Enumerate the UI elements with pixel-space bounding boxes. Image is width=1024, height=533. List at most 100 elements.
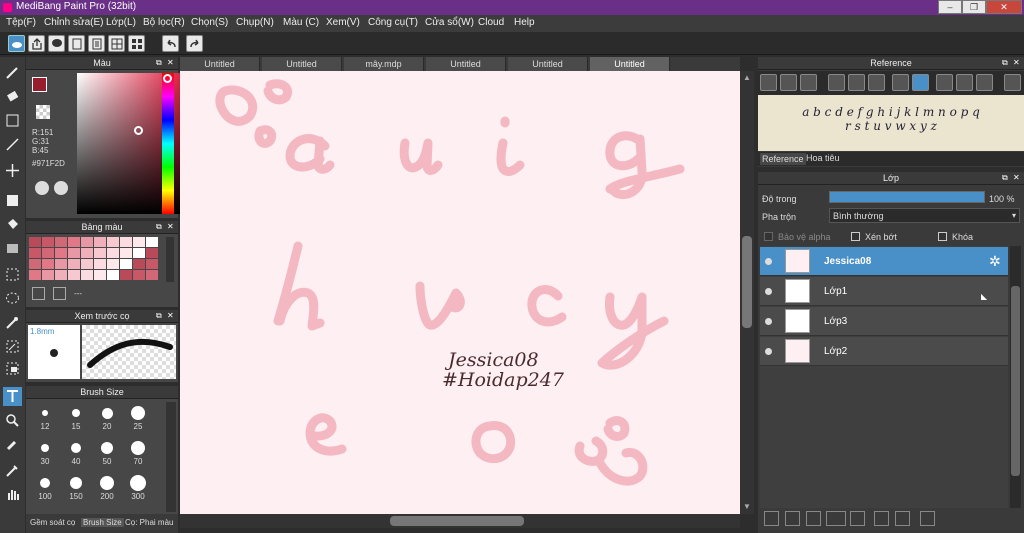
fill-rect-tool-icon[interactable]	[3, 191, 22, 210]
document-icon[interactable]	[88, 35, 105, 52]
menu-tools[interactable]: Công cụ(T)	[368, 17, 418, 28]
new-8bit-layer-icon[interactable]	[806, 511, 821, 526]
palette-swatch[interactable]	[133, 259, 145, 269]
close-icon[interactable]: ✕	[1013, 174, 1021, 182]
palette-swatch[interactable]	[42, 259, 54, 269]
new-layer-icon[interactable]	[764, 511, 779, 526]
reference-image[interactable]: a b c d e f g h i j k l m n o p q r s t …	[758, 95, 1024, 151]
folder-icon[interactable]	[850, 511, 865, 526]
layer-row-lop1[interactable]: Lớp1 ◣	[760, 277, 1008, 306]
add-layer-dropdown-icon[interactable]	[826, 511, 846, 526]
close-icon[interactable]: ✕	[167, 59, 175, 67]
palette-swatch[interactable]	[29, 248, 41, 258]
tab-reference[interactable]: Reference	[760, 153, 806, 165]
brush-size-option[interactable]: 25	[123, 404, 153, 431]
brush-size-option[interactable]: 40	[61, 439, 91, 466]
brush-size-grid[interactable]: 12 15 20 25 30 40 50 70 100 150 200 300	[26, 402, 166, 512]
palette-swatch[interactable]	[120, 237, 132, 247]
palette-icon[interactable]	[35, 181, 49, 195]
undock-icon[interactable]: ⧉	[156, 223, 164, 231]
palette-swatch[interactable]	[29, 237, 41, 247]
palette-swatch[interactable]	[94, 237, 106, 247]
brush-size-option[interactable]: 20	[92, 404, 122, 431]
tab-brush-control[interactable]: Gềm soát cọ	[30, 518, 75, 527]
horizontal-scroll-thumb[interactable]	[390, 516, 524, 526]
select-pen-icon[interactable]	[3, 337, 22, 356]
palette-swatch-grid[interactable]	[29, 237, 159, 282]
tab-brush-fade[interactable]: Cọ: Phai màu	[125, 518, 173, 527]
trash-icon[interactable]	[53, 287, 66, 300]
menu-capture[interactable]: Chụp(N)	[236, 17, 274, 28]
scroll-up-icon[interactable]: ▲	[742, 73, 752, 83]
remove-icon[interactable]	[800, 74, 817, 91]
redo-button[interactable]	[186, 35, 203, 52]
brush-size-option[interactable]: 70	[123, 439, 153, 466]
palette-swatch[interactable]	[107, 237, 119, 247]
scroll-down-icon[interactable]: ▼	[742, 502, 752, 512]
tab-brush-size[interactable]: Brush Size	[81, 518, 124, 527]
palette-swatch[interactable]	[120, 259, 132, 269]
undo-button[interactable]	[162, 35, 179, 52]
blend-mode-select[interactable]: Bình thường ▾	[829, 208, 1020, 223]
palette-swatch[interactable]	[94, 248, 106, 258]
palette-swatch[interactable]	[42, 270, 54, 280]
layer-row-jessica08[interactable]: Jessica08 ✲	[760, 247, 1008, 276]
brush-size-option[interactable]: 200	[92, 474, 122, 501]
tab-untitled-3[interactable]: Untitled	[426, 57, 506, 71]
clipping-checkbox[interactable]	[851, 232, 860, 241]
canvas-horizontal-scrollbar[interactable]	[180, 514, 740, 528]
visibility-icon[interactable]	[765, 258, 772, 265]
rotate-left-icon[interactable]	[936, 74, 953, 91]
gear-icon[interactable]: ✲	[989, 253, 1001, 270]
palette-swatch[interactable]	[120, 270, 132, 280]
move-tool-icon[interactable]	[3, 161, 22, 180]
new-halftone-layer-icon[interactable]	[785, 511, 800, 526]
line-tool-icon[interactable]	[3, 135, 22, 154]
foreground-color-swatch[interactable]	[32, 77, 47, 92]
select-eraser-icon[interactable]	[3, 359, 22, 378]
palette-swatch[interactable]	[146, 237, 158, 247]
palette-swatch[interactable]	[81, 270, 93, 280]
close-icon[interactable]: ✕	[1013, 59, 1021, 67]
menu-file[interactable]: Tệp(F)	[6, 17, 36, 28]
comment-icon[interactable]	[48, 35, 65, 52]
flip-icon[interactable]	[1004, 74, 1021, 91]
palette-swatch[interactable]	[68, 248, 80, 258]
eyedropper-icon[interactable]	[892, 74, 909, 91]
operation-tool-icon[interactable]	[3, 411, 22, 430]
palette-swatch[interactable]	[94, 259, 106, 269]
palette-swatch[interactable]	[107, 270, 119, 280]
rectangle-tool-icon[interactable]	[3, 111, 22, 130]
brush-size-option[interactable]: 30	[30, 439, 60, 466]
maximize-button[interactable]: ❐	[962, 0, 986, 14]
hue-slider[interactable]	[162, 73, 174, 214]
undock-icon[interactable]: ⧉	[156, 59, 164, 67]
palette-swatch[interactable]	[107, 259, 119, 269]
reset-icon[interactable]	[976, 74, 993, 91]
select-rect-icon[interactable]	[3, 265, 22, 284]
drawing-canvas[interactable]: Jessica08 #Hoidap247	[180, 71, 740, 514]
menu-select[interactable]: Chọn(S)	[191, 17, 228, 28]
palette-swatch[interactable]	[81, 259, 93, 269]
trash-icon[interactable]	[920, 511, 935, 526]
share-icon[interactable]	[28, 35, 45, 52]
visibility-icon[interactable]	[765, 318, 772, 325]
minimize-button[interactable]: –	[938, 0, 962, 14]
brush-tool-icon[interactable]	[3, 63, 22, 82]
close-icon[interactable]: ✕	[167, 312, 175, 320]
palette-swatch[interactable]	[94, 270, 106, 280]
palette-swatch[interactable]	[81, 248, 93, 258]
color-picker-cursor[interactable]	[134, 126, 143, 135]
brush-size-option[interactable]: 100	[30, 474, 60, 501]
palette-swatch[interactable]	[133, 248, 145, 258]
palette-swatch[interactable]	[146, 248, 158, 258]
palette-swatch[interactable]	[42, 248, 54, 258]
menu-view[interactable]: Xem(V)	[326, 17, 360, 28]
palette-swatch[interactable]	[68, 237, 80, 247]
upload-icon[interactable]	[760, 74, 777, 91]
palette-swatch[interactable]	[146, 270, 158, 280]
tab-untitled-1[interactable]: Untitled	[180, 57, 260, 71]
tab-may-mdp[interactable]: mây.mdp	[344, 57, 424, 71]
close-icon[interactable]: ✕	[167, 223, 175, 231]
palette-swatch[interactable]	[29, 270, 41, 280]
